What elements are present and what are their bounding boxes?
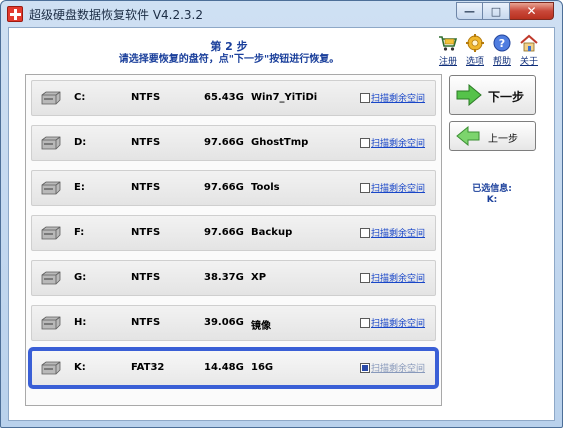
drive-filesystem: FAT32	[131, 362, 165, 373]
scan-free-space-checkbox[interactable]	[360, 227, 370, 238]
drive-label: 16G	[251, 362, 274, 373]
hard-disk-icon	[40, 271, 62, 285]
app-logo-icon	[7, 6, 23, 22]
drive-letter: K:	[74, 362, 86, 373]
drive-size: 65.43G	[204, 92, 244, 103]
help-label: 帮助	[492, 57, 511, 67]
maximize-icon: □	[490, 5, 502, 18]
hard-disk-icon	[40, 91, 62, 105]
drive-letter: C:	[74, 92, 86, 103]
gear-icon	[465, 34, 485, 52]
drive-row[interactable]: C: NTFS 65.43G Win7_YiTiDi 扫描剩余空间	[31, 80, 436, 116]
scan-free-space-link[interactable]: 扫描剩余空间	[371, 91, 425, 104]
close-icon: ✕	[526, 4, 537, 18]
drive-letter: E:	[74, 182, 85, 193]
next-button[interactable]: 下一步	[449, 75, 536, 115]
arrow-left-icon	[456, 125, 480, 149]
maximize-button[interactable]: □	[483, 2, 510, 20]
next-button-label: 下一步	[488, 90, 525, 104]
arrow-right-icon	[456, 83, 482, 109]
drive-size: 97.66G	[204, 182, 244, 193]
home-icon	[519, 34, 539, 52]
drive-filesystem: NTFS	[131, 227, 161, 238]
drive-letter: F:	[74, 227, 85, 238]
drive-letter: D:	[74, 137, 87, 148]
drive-size: 39.06G	[204, 317, 244, 328]
register-button[interactable]: 注册	[434, 34, 462, 67]
drive-row[interactable]: K: FAT32 14.48G 16G 扫描剩余空间	[28, 347, 439, 389]
scan-free-space-link[interactable]: 扫描剩余空间	[371, 136, 425, 149]
hard-disk-icon	[40, 226, 62, 240]
client-area: 第 2 步 请选择要恢复的盘符，点"下一步"按钮进行恢复。 注册 选项 ? 帮助…	[8, 27, 555, 421]
scan-free-space-option[interactable]: 扫描剩余空间	[360, 361, 425, 374]
drive-label: Backup	[251, 227, 293, 238]
cart-icon	[438, 34, 458, 52]
selection-value: K:	[486, 195, 498, 205]
drive-filesystem: NTFS	[131, 272, 161, 283]
scan-free-space-option[interactable]: 扫描剩余空间	[360, 316, 425, 329]
drive-label: 镜像	[251, 321, 271, 332]
drive-filesystem: NTFS	[131, 317, 161, 328]
drive-size: 38.37G	[204, 272, 244, 283]
drive-row[interactable]: D: NTFS 97.66G GhostTmp 扫描剩余空间	[31, 125, 436, 161]
drive-label: XP	[251, 272, 267, 283]
minimize-button[interactable]: —	[456, 2, 483, 20]
title-bar[interactable]: 超级硬盘数据恢复软件 V4.2.3.2 — □ ✕	[1, 1, 562, 27]
drive-label: Win7_YiTiDi	[251, 92, 318, 103]
prev-button-label: 上一步	[488, 134, 518, 145]
scan-free-space-option[interactable]: 扫描剩余空间	[360, 226, 425, 239]
drive-row[interactable]: H: NTFS 39.06G 镜像 扫描剩余空间	[31, 305, 436, 341]
hard-disk-icon	[40, 316, 62, 330]
scan-free-space-option[interactable]: 扫描剩余空间	[360, 91, 425, 104]
drive-size: 97.66G	[204, 137, 244, 148]
scan-free-space-checkbox[interactable]	[360, 182, 370, 193]
hard-disk-icon	[40, 181, 62, 195]
selection-info: 已选信息: K:	[457, 184, 527, 206]
options-label: 选项	[465, 57, 484, 67]
drive-label: Tools	[251, 182, 280, 193]
step-instruction: 请选择要恢复的盘符，点"下一步"按钮进行恢复。	[118, 54, 340, 65]
scan-free-space-link[interactable]: 扫描剩余空间	[371, 226, 425, 239]
scan-free-space-checkbox[interactable]	[360, 137, 370, 148]
window-title: 超级硬盘数据恢复软件 V4.2.3.2	[29, 8, 204, 22]
drive-size: 97.66G	[204, 227, 244, 238]
options-button[interactable]: 选项	[461, 34, 489, 67]
drive-letter: H:	[74, 317, 87, 328]
hard-disk-icon	[40, 361, 62, 375]
scan-free-space-link[interactable]: 扫描剩余空间	[371, 271, 425, 284]
scan-free-space-link[interactable]: 扫描剩余空间	[371, 181, 425, 194]
scan-free-space-link[interactable]: 扫描剩余空间	[371, 361, 425, 374]
window-controls: — □ ✕	[456, 2, 554, 20]
prev-button[interactable]: 上一步	[449, 121, 536, 151]
about-label: 关于	[519, 57, 538, 67]
drive-filesystem: NTFS	[131, 137, 161, 148]
scan-free-space-option[interactable]: 扫描剩余空间	[360, 181, 425, 194]
scan-free-space-checkbox[interactable]	[360, 362, 370, 373]
scan-free-space-checkbox[interactable]	[360, 317, 370, 328]
drive-row[interactable]: E: NTFS 97.66G Tools 扫描剩余空间	[31, 170, 436, 206]
scan-free-space-link[interactable]: 扫描剩余空间	[371, 316, 425, 329]
app-window: 超级硬盘数据恢复软件 V4.2.3.2 — □ ✕ 第 2 步 请选择要恢复的盘…	[0, 0, 563, 428]
close-button[interactable]: ✕	[510, 2, 554, 20]
minimize-icon: —	[464, 5, 475, 18]
drive-label: GhostTmp	[251, 137, 309, 148]
scan-free-space-option[interactable]: 扫描剩余空间	[360, 271, 425, 284]
scan-free-space-option[interactable]: 扫描剩余空间	[360, 136, 425, 149]
hard-disk-icon	[40, 136, 62, 150]
svg-text:?: ?	[499, 37, 505, 50]
drive-row[interactable]: G: NTFS 38.37G XP 扫描剩余空间	[31, 260, 436, 296]
drive-size: 14.48G	[204, 362, 244, 373]
drive-filesystem: NTFS	[131, 182, 161, 193]
selection-label: 已选信息:	[472, 184, 512, 194]
register-label: 注册	[438, 57, 457, 67]
scan-free-space-checkbox[interactable]	[360, 92, 370, 103]
help-icon: ?	[492, 34, 512, 52]
about-button[interactable]: 关于	[515, 34, 543, 67]
drive-filesystem: NTFS	[131, 92, 161, 103]
help-button[interactable]: ? 帮助	[488, 34, 516, 67]
drive-row[interactable]: F: NTFS 97.66G Backup 扫描剩余空间	[31, 215, 436, 251]
scan-free-space-checkbox[interactable]	[360, 272, 370, 283]
drive-letter: G:	[74, 272, 87, 283]
drive-list[interactable]: C: NTFS 65.43G Win7_YiTiDi 扫描剩余空间 D: NTFS 97.66…	[25, 74, 442, 406]
